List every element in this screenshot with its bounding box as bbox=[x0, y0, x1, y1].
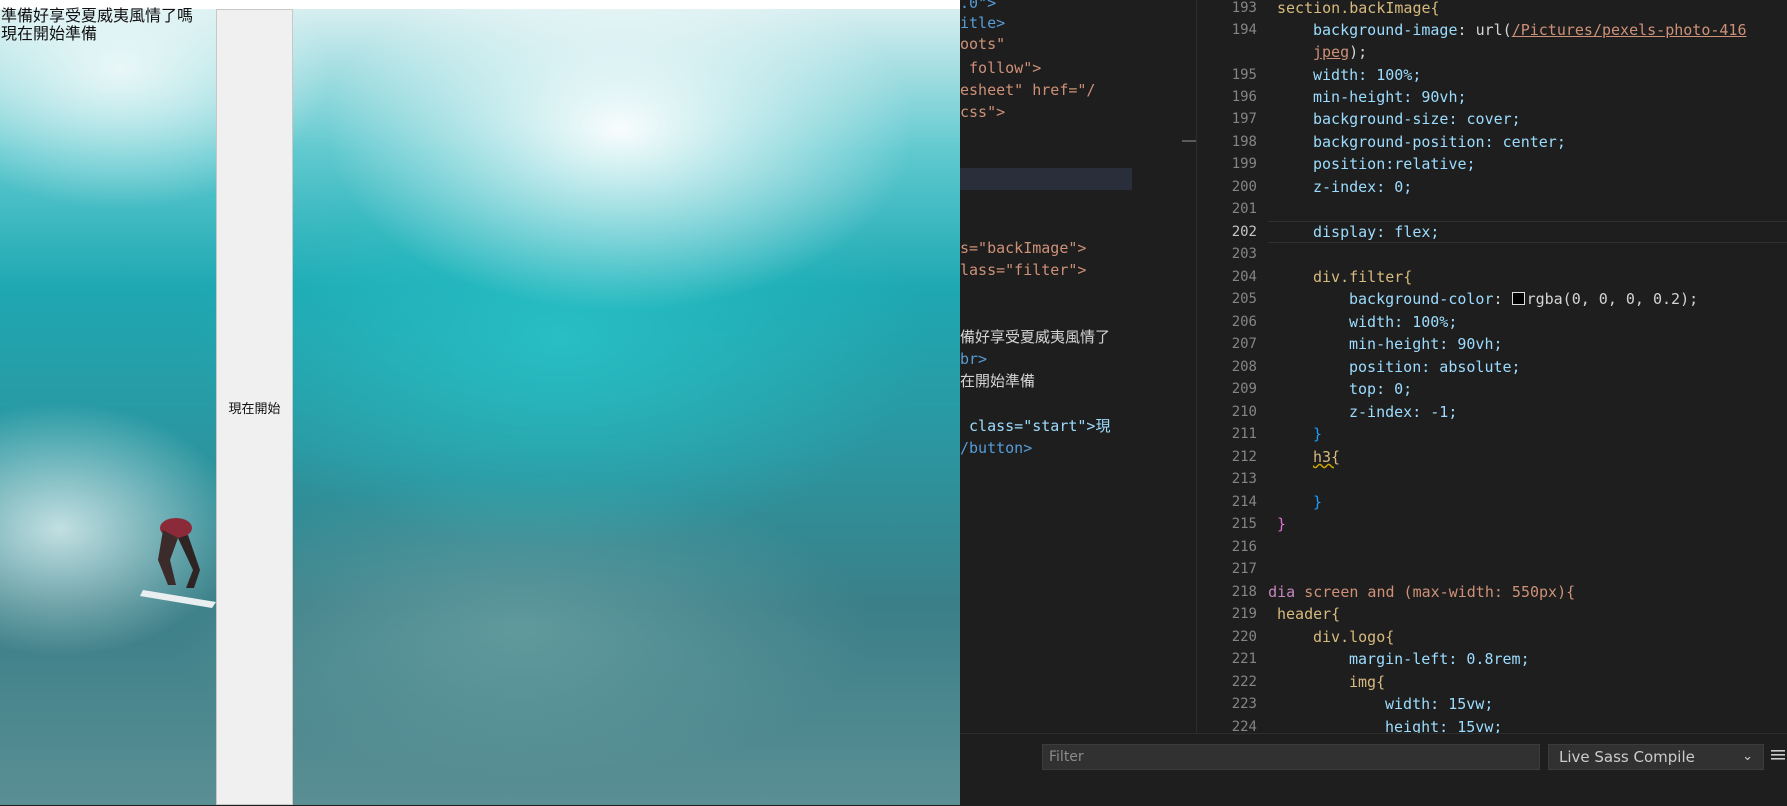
line-number: 196 bbox=[1231, 89, 1257, 105]
code-token: screen and (max-width: 550px){ bbox=[1304, 583, 1576, 601]
code-line: s="backImage"> bbox=[960, 239, 1087, 257]
line-number: 194 bbox=[1231, 22, 1257, 38]
code-token: ); bbox=[1349, 43, 1368, 61]
line-number: 211 bbox=[1231, 426, 1257, 442]
line-number: 217 bbox=[1231, 561, 1257, 577]
line-number: 221 bbox=[1231, 651, 1257, 667]
color-swatch[interactable] bbox=[1511, 292, 1525, 305]
line-number: 208 bbox=[1231, 359, 1257, 375]
html-editor-pane[interactable]: .0"> itle> oots" follow"> esheet" href="… bbox=[960, 0, 1182, 733]
code-editor: .0"> itle> oots" follow"> esheet" href="… bbox=[960, 0, 1787, 806]
code-line: width: 15vw; bbox=[1385, 695, 1494, 713]
code-line: } bbox=[1313, 425, 1323, 443]
output-channel-label: Live Sass Compile bbox=[1559, 748, 1695, 766]
code-line: position: absolute; bbox=[1349, 358, 1521, 376]
code-line: img{ bbox=[1349, 673, 1386, 691]
line-number-active: 202 bbox=[1231, 224, 1257, 240]
code-line: width: 100%; bbox=[1349, 313, 1458, 331]
line-number: 209 bbox=[1231, 381, 1257, 397]
code-line: header{ bbox=[1277, 605, 1341, 623]
code-line: /button> bbox=[960, 439, 1033, 457]
code-line: z-index: -1; bbox=[1349, 403, 1458, 421]
code-line: top: 0; bbox=[1349, 380, 1413, 398]
line-number: 223 bbox=[1231, 696, 1257, 712]
code-line: width: 100%; bbox=[1313, 66, 1422, 84]
code-line: min-height: 90vh; bbox=[1313, 88, 1467, 106]
line-number: 205 bbox=[1231, 291, 1257, 307]
code-line: h3{ bbox=[1313, 448, 1341, 466]
scss-editor-pane[interactable]: section.backImage{ background-image: url… bbox=[1268, 0, 1787, 733]
line-number: 195 bbox=[1231, 67, 1257, 83]
line-number: 212 bbox=[1231, 449, 1257, 465]
code-url[interactable]: jpeg bbox=[1313, 43, 1349, 61]
line-number: 198 bbox=[1231, 134, 1257, 150]
surfer-figure bbox=[140, 518, 216, 608]
line-number: 201 bbox=[1231, 201, 1257, 217]
code-line: css"> bbox=[960, 103, 1006, 121]
line-number: 214 bbox=[1231, 494, 1257, 510]
browser-preview: 準備好享受夏威夷風情了嗎 現在開始準備 現在開始 bbox=[0, 0, 960, 805]
list-icon[interactable] bbox=[1771, 748, 1787, 764]
code-line: class="start">現 bbox=[960, 417, 1111, 435]
code-token: rgba(0, 0, 0, 0.2); bbox=[1526, 290, 1699, 308]
minimap-marker bbox=[1182, 140, 1196, 142]
wave-background-image bbox=[0, 9, 960, 805]
code-token: @media bbox=[1268, 583, 1296, 601]
code-line: itle> bbox=[960, 14, 1006, 32]
output-panel: Live Sass Compile ⌄ bbox=[960, 733, 1787, 806]
line-number: 203 bbox=[1231, 246, 1257, 262]
code-line: div.logo{ bbox=[1313, 628, 1395, 646]
line-number-gutter: 193 194 195 196 197 198 199 200 201 202 … bbox=[1196, 0, 1257, 735]
hero-text: 準備好享受夏威夷風情了嗎 現在開始準備 bbox=[1, 7, 193, 43]
code-line: lass="filter"> bbox=[960, 261, 1087, 279]
code-line: display: flex; bbox=[1313, 223, 1440, 241]
code-line: background-position: center; bbox=[1313, 133, 1566, 151]
line-number: 207 bbox=[1231, 336, 1257, 352]
code-line: div.filter{ bbox=[1313, 268, 1413, 286]
code-line: oots" bbox=[960, 35, 1006, 53]
output-channel-select[interactable]: Live Sass Compile ⌄ bbox=[1548, 744, 1764, 770]
code-token: background-image bbox=[1313, 21, 1458, 39]
code-line: margin-left: 0.8rem; bbox=[1349, 650, 1530, 668]
line-number: 199 bbox=[1231, 156, 1257, 172]
line-number: 218 bbox=[1231, 584, 1257, 600]
code-line: z-index: 0; bbox=[1313, 178, 1413, 196]
code-line: } bbox=[1313, 493, 1323, 511]
code-line: background-size: cover; bbox=[1313, 110, 1521, 128]
line-number: 222 bbox=[1231, 674, 1257, 690]
filter-input[interactable] bbox=[1042, 744, 1540, 770]
chevron-down-icon: ⌄ bbox=[1742, 749, 1753, 764]
code-token: section.backImage{ bbox=[1277, 0, 1440, 17]
line-number: 193 bbox=[1231, 0, 1257, 16]
line-number: 219 bbox=[1231, 606, 1257, 622]
code-token: background-color bbox=[1349, 290, 1494, 308]
code-line: min-height: 90vh; bbox=[1349, 335, 1503, 353]
code-url[interactable]: /Pictures/pexels-photo-416 bbox=[1512, 21, 1747, 39]
start-button[interactable]: 現在開始 bbox=[216, 9, 293, 805]
line-number: 213 bbox=[1231, 471, 1257, 487]
code-line: follow"> bbox=[960, 59, 1042, 77]
line-number: 210 bbox=[1231, 404, 1257, 420]
code-line: 備好享受夏威夷風情了 bbox=[960, 328, 1111, 346]
code-line: 在開始準備 bbox=[960, 372, 1036, 390]
line-number: 200 bbox=[1231, 179, 1257, 195]
line-number: 197 bbox=[1231, 111, 1257, 127]
hero-line-2: 現在開始準備 bbox=[1, 24, 98, 43]
code-line: } bbox=[1277, 515, 1287, 533]
line-number: 220 bbox=[1231, 629, 1257, 645]
code-line: position:relative; bbox=[1313, 155, 1476, 173]
code-line: br> bbox=[960, 350, 988, 368]
code-token: url( bbox=[1475, 21, 1512, 39]
code-line: height: 15vw; bbox=[1385, 718, 1503, 733]
line-number: 204 bbox=[1231, 269, 1257, 285]
line-number: 206 bbox=[1231, 314, 1257, 330]
line-number: 215 bbox=[1231, 516, 1257, 532]
line-number: 216 bbox=[1231, 539, 1257, 555]
code-line: esheet" href="/ bbox=[960, 81, 1096, 99]
hero-line-1: 準備好享受夏威夷風情了嗎 bbox=[1, 6, 194, 25]
line-highlight bbox=[960, 168, 1132, 190]
